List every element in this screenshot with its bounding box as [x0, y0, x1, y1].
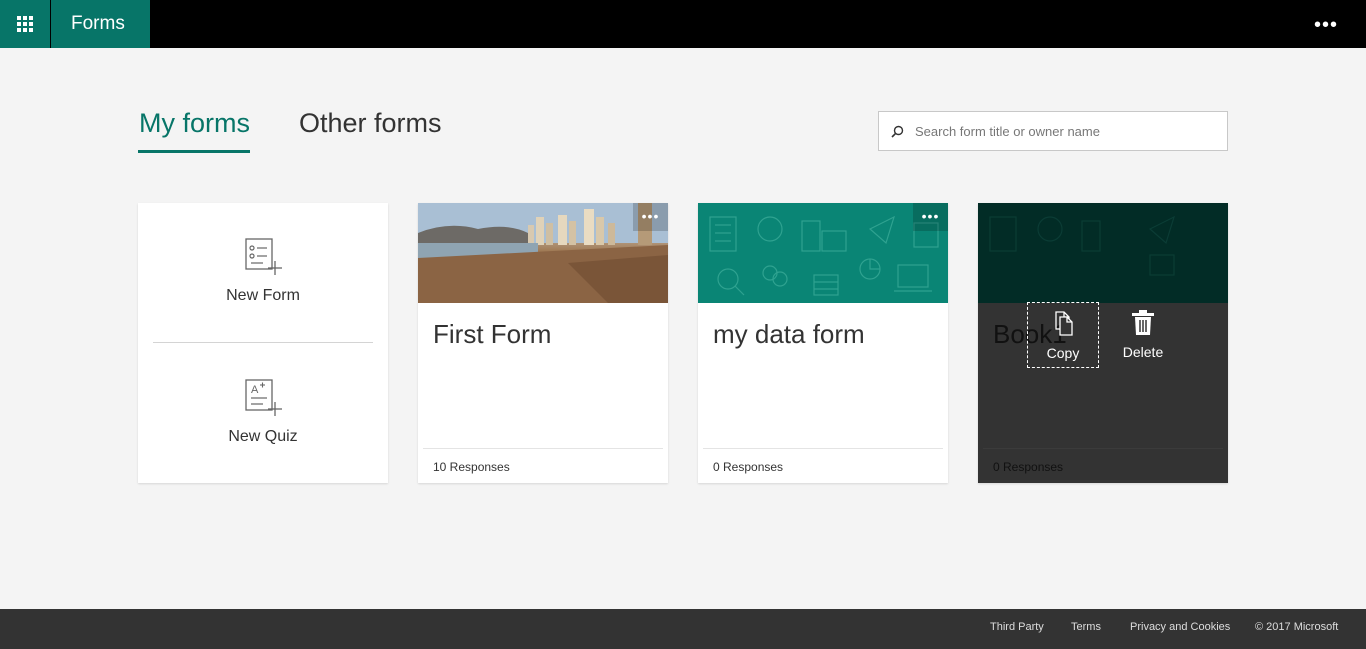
delete-label: Delete — [1122, 344, 1164, 360]
third-party-link[interactable]: Third Party — [990, 621, 1044, 633]
divider — [153, 342, 373, 343]
tab-my-forms[interactable]: My forms — [139, 108, 250, 139]
form-title: First Form — [433, 319, 552, 349]
form-responses-count: 0 Responses — [993, 460, 1064, 474]
tab-other-forms[interactable]: Other forms — [299, 108, 442, 139]
divider — [703, 448, 943, 449]
svg-text:A: A — [251, 384, 259, 396]
top-bar: Forms ••• — [0, 0, 1366, 48]
new-form-card: New Form A New Quiz — [138, 203, 388, 483]
new-quiz-button[interactable]: A New Quiz — [138, 344, 388, 484]
copy-label: Copy — [1046, 345, 1080, 361]
divider — [983, 448, 1223, 449]
copyright-text: © 2017 Microsoft — [1255, 621, 1339, 633]
form-title: my data form — [713, 319, 865, 349]
terms-link[interactable]: Terms — [1071, 621, 1101, 633]
privacy-link[interactable]: Privacy and Cookies — [1130, 621, 1230, 633]
new-form-label: New Form — [226, 287, 300, 304]
divider — [423, 448, 663, 449]
search-icon — [879, 112, 915, 150]
waffle-icon — [17, 16, 33, 32]
search-input[interactable] — [915, 123, 1215, 139]
copy-icon — [1055, 311, 1073, 336]
new-form-icon — [245, 238, 282, 275]
form-card-my-data-form[interactable]: ••• my data form 0 Responses — [698, 203, 948, 483]
form-cover-pattern — [698, 203, 948, 303]
new-form-button[interactable]: New Form — [138, 203, 388, 343]
footer: Third Party Terms Privacy and Cookies © … — [0, 609, 1366, 649]
app-launcher-button[interactable] — [0, 0, 50, 48]
new-quiz-icon: A — [245, 379, 282, 416]
form-more-options-button[interactable]: ••• — [913, 203, 948, 231]
form-more-options-button[interactable]: ••• — [633, 203, 668, 231]
form-cover-pattern — [978, 203, 1228, 303]
search-box — [878, 111, 1228, 151]
copy-button[interactable]: Copy — [1027, 302, 1099, 368]
delete-button[interactable]: Delete — [1107, 302, 1179, 368]
form-cover-image — [418, 203, 668, 303]
form-responses-count: 10 Responses — [433, 460, 510, 474]
more-options-icon[interactable]: ••• — [1314, 14, 1338, 37]
app-name-link[interactable]: Forms — [51, 0, 150, 48]
form-responses-count: 0 Responses — [713, 460, 784, 474]
form-card-first-form[interactable]: ••• First Form 10 Responses — [418, 203, 668, 483]
new-quiz-label: New Quiz — [228, 428, 298, 445]
trash-icon — [1132, 310, 1154, 335]
form-card-book1[interactable]: Book1 0 Responses Copy Delete — [978, 203, 1228, 483]
active-tab-indicator — [138, 150, 250, 153]
